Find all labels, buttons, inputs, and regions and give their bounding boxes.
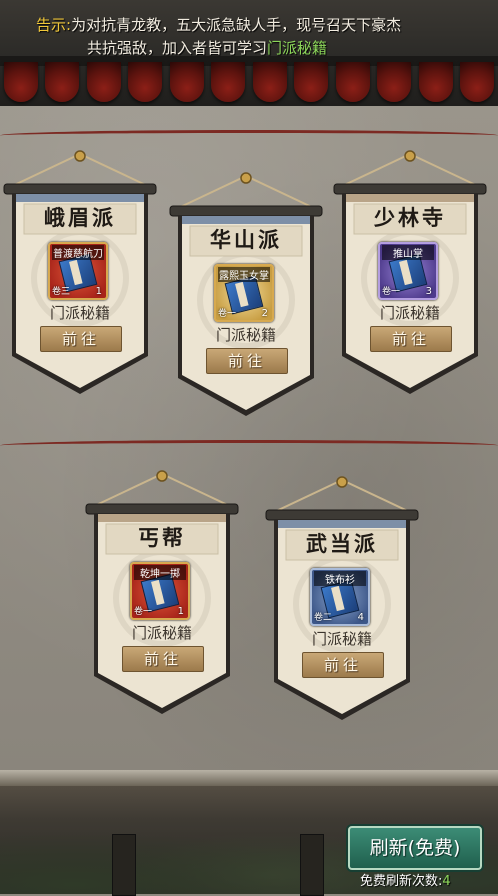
skill-book-icon[interactable]: 普渡慈航刀 卷三 1	[48, 242, 108, 300]
notice-text: 告示:为对抗青龙教，五大派急缺人手，现号召天下豪杰 共抗强敌，加入者皆可学习门派…	[36, 14, 480, 60]
go-button[interactable]: 前往	[370, 326, 452, 352]
skill-book-icon[interactable]: 推山掌 卷一 3	[378, 242, 438, 300]
notice-line1: 为对抗青龙教，五大派急缺人手，现号召天下豪杰	[71, 16, 402, 34]
sect-name: 华山派	[210, 227, 282, 252]
skill-book-volume: 卷一	[218, 309, 237, 319]
roof-tiles	[0, 62, 498, 106]
refresh-free-button[interactable]: 刷新(免费)	[348, 826, 482, 870]
skill-book-level: 1	[95, 286, 102, 297]
fence-pillar	[112, 834, 136, 896]
notice-highlight: 门派秘籍	[267, 39, 328, 57]
free-refresh-count: 免费刷新次数:4	[360, 870, 496, 889]
skill-book-volume: 卷三	[52, 287, 71, 297]
skill-book-name: 铁布衫	[314, 571, 366, 586]
go-button[interactable]: 前往	[206, 348, 288, 374]
skill-book-level: 3	[425, 286, 432, 297]
skill-book-name: 乾坤一掷	[134, 565, 186, 580]
notice-tag: 告示:	[36, 16, 72, 34]
sect-banner-huashan: 华山派 露熙玉女掌 卷一 2 门派秘籍 前往	[168, 172, 324, 422]
sect-name: 峨眉派	[44, 205, 116, 230]
skill-book-volume: 卷一	[382, 287, 401, 297]
sect-banner-emei: 峨眉派 普渡慈航刀 卷三 1 门派秘籍 前往	[2, 150, 158, 400]
skill-book-level: 4	[357, 612, 364, 623]
sect-secret-label: 门派秘籍	[131, 624, 192, 642]
sect-secret-label: 门派秘籍	[215, 326, 276, 344]
notice-line2: 共抗强敌，加入者皆可学习	[87, 39, 268, 57]
go-button[interactable]: 前往	[122, 646, 204, 672]
sect-name: 丐帮	[138, 525, 186, 550]
sect-name: 少林寺	[374, 205, 446, 230]
sect-secret-label: 门派秘籍	[379, 304, 440, 322]
skill-book-volume: 卷一	[134, 607, 153, 617]
rope-lower	[0, 440, 498, 451]
sect-banner-wudang: 武当派 铁布衫 卷二 4 门派秘籍 前往	[264, 476, 420, 726]
skill-book-name: 露熙玉女掌	[218, 267, 270, 282]
skill-book-level: 2	[261, 308, 268, 319]
free-refresh-number: 4	[442, 874, 451, 889]
sect-banner-shaolin: 少林寺 推山掌 卷一 3 门派秘籍 前往	[332, 150, 488, 400]
sect-secret-label: 门派秘籍	[311, 630, 372, 648]
skill-book-icon[interactable]: 露熙玉女掌 卷一 2	[214, 264, 274, 322]
sect-secret-label: 门派秘籍	[49, 304, 110, 322]
sect-banner-gaibang: 丐帮 乾坤一掷 卷一 1 门派秘籍 前往	[84, 470, 240, 720]
skill-book-icon[interactable]: 乾坤一掷 卷一 1	[130, 562, 190, 620]
go-button[interactable]: 前往	[302, 652, 384, 678]
go-button[interactable]: 前往	[40, 326, 122, 352]
free-refresh-label: 免费刷新次数:	[360, 874, 443, 889]
fence-pillar	[300, 834, 324, 896]
skill-book-level: 1	[177, 606, 184, 617]
skill-book-name: 推山掌	[382, 245, 434, 260]
skill-book-name: 普渡慈航刀	[52, 245, 104, 260]
rope-upper	[0, 130, 498, 141]
sect-name: 武当派	[306, 531, 378, 556]
skill-book-icon[interactable]: 铁布衫 卷二 4	[310, 568, 370, 626]
skill-book-volume: 卷二	[314, 613, 333, 623]
